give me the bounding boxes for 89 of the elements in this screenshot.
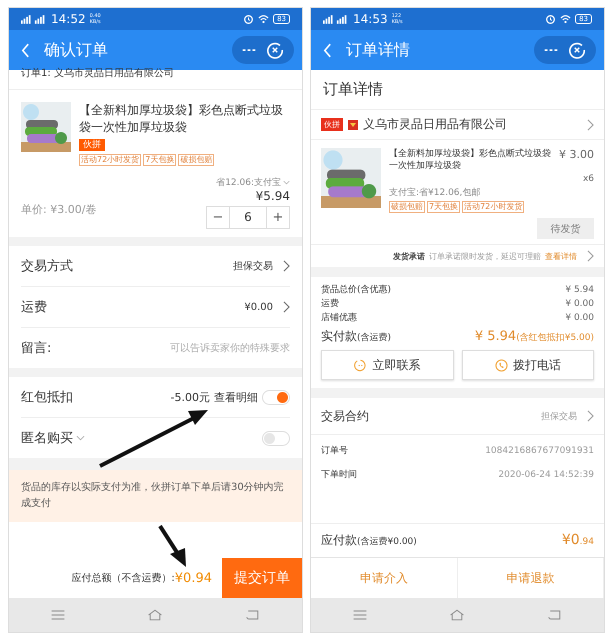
price-label: 店铺优惠 [321, 312, 357, 325]
price-value: ¥ 5.94 [565, 284, 594, 297]
paid-note: (含运费) [357, 332, 392, 344]
alarm-icon [545, 14, 556, 24]
info-value: 1084216867677091931 [485, 445, 594, 458]
total-label: 应付总额（不含运费）: [71, 572, 175, 585]
back-icon[interactable] [21, 42, 30, 58]
close-icon[interactable] [568, 41, 586, 59]
amount-due: ¥0.94 [562, 532, 594, 548]
call-button[interactable]: 拨打电话 [462, 350, 594, 380]
row-label: 交易方式 [21, 258, 73, 275]
unit-price: ¥ 3.00 [559, 148, 594, 163]
deduction-note: (含红包抵扣¥5.00) [516, 332, 594, 344]
deduction-amount: -5.00元 [170, 390, 210, 404]
menu-icon[interactable] [352, 609, 368, 621]
chevron-icon [283, 301, 290, 313]
item-total: ¥5.94 [256, 189, 290, 203]
info-label: 下单时间 [321, 468, 357, 482]
paid-amount: ¥ 5.94 [474, 329, 516, 344]
caret-icon[interactable] [76, 435, 85, 441]
toggle-switch[interactable] [262, 390, 290, 404]
signal-icon [21, 14, 47, 24]
row-value[interactable]: ¥0.00 [244, 302, 273, 312]
close-icon[interactable] [266, 41, 284, 59]
amount-due-note: (含运费¥0.00) [357, 536, 417, 548]
status-time: 14:52 [51, 12, 86, 26]
amount-due-label: 应付款 [321, 532, 357, 549]
info-label: 订单号 [321, 444, 348, 458]
caret-icon [283, 180, 290, 185]
service-tag: 7天包换 [427, 201, 460, 213]
item-count: x6 [582, 174, 594, 184]
option-label: 匿名购买 [21, 430, 73, 447]
discount-note[interactable]: 省12.06:支付宝 [216, 176, 281, 189]
total-amount: ¥0.94 [174, 570, 212, 586]
alarm-icon [243, 14, 254, 24]
chevron-icon [587, 118, 594, 130]
price-value: ¥ 0.00 [565, 312, 594, 325]
more-icon[interactable] [544, 48, 558, 52]
chevron-icon [587, 250, 594, 262]
signal-icon [323, 14, 349, 24]
back-icon[interactable] [547, 609, 564, 621]
contract-label: 交易合约 [321, 408, 370, 424]
chevron-icon [587, 410, 594, 422]
row-label: 运费 [21, 299, 47, 316]
product-title: 【全新料加厚垃圾袋】彩色点断式垃圾袋一次性加厚垃圾袋 [79, 102, 284, 136]
order-title: 订单1: 义乌市灵品日用品有限公司 [9, 68, 302, 90]
promo-text: 支付宝:省¥12.06,包邮 [389, 186, 482, 199]
service-tag: 破损包赔 [389, 201, 425, 213]
section-heading: 订单详情 [311, 70, 604, 110]
price-label: 运费 [321, 298, 339, 311]
promise-text: 订单承诺限时发货，延迟可理赔 [429, 250, 541, 262]
annotation-arrow [158, 524, 186, 567]
service-tag: 活动72小时发货 [79, 154, 142, 166]
row-value[interactable]: 担保交易 [233, 259, 273, 273]
option-label: 红包抵扣 [21, 389, 73, 406]
phone-icon [494, 358, 508, 372]
notice-text: 货品的库存以实际支付为准，伙拼订单下单后请30分钟内完成支付 [9, 470, 302, 522]
service-tag: 活动72小时发货 [462, 201, 524, 213]
home-icon[interactable] [147, 609, 164, 621]
more-icon[interactable] [242, 48, 256, 52]
home-icon[interactable] [449, 609, 466, 621]
group-buy-badge: 伙拼 [321, 118, 343, 131]
toggle-switch[interactable] [262, 430, 290, 446]
wifi-icon [258, 14, 270, 24]
paid-label: 实付款 [321, 328, 357, 345]
order-status-button[interactable]: 待发货 [537, 218, 594, 239]
shop-icon [348, 120, 358, 130]
back-icon[interactable] [323, 42, 332, 58]
price-value: ¥ 0.00 [565, 298, 594, 311]
menu-icon[interactable] [50, 609, 66, 621]
details-link[interactable]: 查看明细 [214, 390, 258, 404]
price-label: 货品总价(含优惠) [321, 284, 392, 297]
unit-price: 单价: ¥3.00/卷 [21, 202, 98, 216]
service-tag: 破损包赔 [178, 154, 214, 166]
product-title: 【全新料加厚垃圾袋】彩色点断式垃圾袋一次性加厚垃圾袋 [389, 148, 552, 172]
info-value: 2020-06-24 14:52:39 [498, 469, 594, 482]
status-time: 14:53 [353, 12, 388, 26]
seller-name[interactable]: 义乌市灵品日用品有限公司 [363, 116, 582, 133]
back-icon[interactable] [245, 609, 262, 621]
chat-icon [354, 358, 368, 372]
page-title: 确认订单 [44, 40, 109, 60]
chevron-icon [283, 260, 290, 272]
row-label: 留言: [21, 340, 52, 357]
group-buy-badge: 伙拼 [79, 139, 105, 151]
page-title: 订单详情 [346, 40, 411, 60]
promise-label: 发货承诺 [393, 250, 425, 262]
wifi-icon [560, 14, 572, 24]
service-tag: 7天包换 [143, 154, 176, 166]
contact-button[interactable]: 立即联系 [321, 350, 454, 380]
